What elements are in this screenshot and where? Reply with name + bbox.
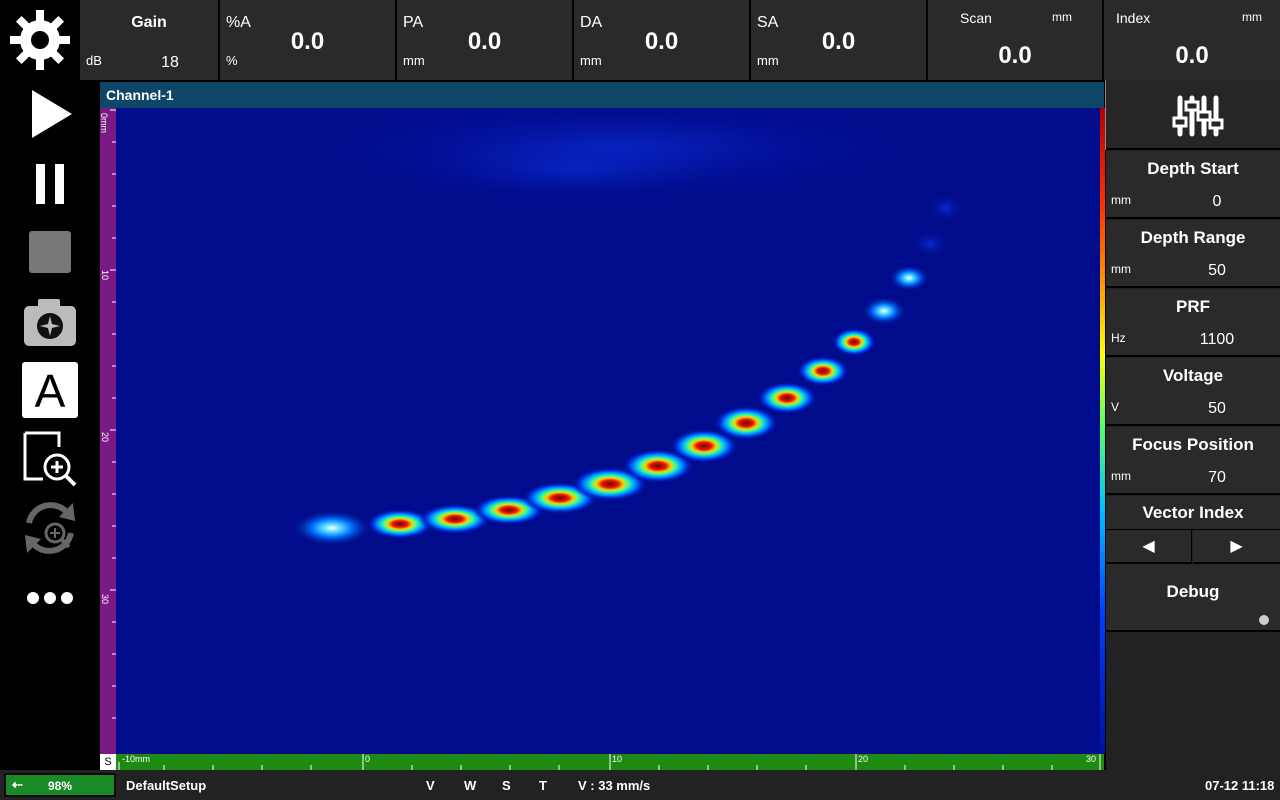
depth-range-unit: mm xyxy=(1111,262,1131,276)
scan-image xyxy=(292,108,964,546)
voltage-control[interactable]: Voltage V 50 xyxy=(1106,358,1280,426)
amplitude-cell[interactable]: %A % 0.0 xyxy=(220,0,397,80)
scan-ruler: -10mm 0 10 20 30 xyxy=(116,754,1104,770)
depth-start-title: Depth Start xyxy=(1147,159,1239,178)
scan-unit: mm xyxy=(1052,10,1072,24)
gear-icon xyxy=(10,10,70,70)
vector-index-title: Vector Index xyxy=(1142,503,1244,522)
debug-button[interactable]: Debug xyxy=(1106,564,1280,632)
focus-position-value: 70 xyxy=(1208,469,1226,486)
scan-tick-0: 0 xyxy=(365,754,371,764)
more-dots-icon xyxy=(27,592,73,604)
triangle-right-icon: ▶ xyxy=(1230,538,1243,555)
pause-button[interactable] xyxy=(18,154,82,214)
pa-cell[interactable]: PA mm 0.0 xyxy=(397,0,574,80)
more-button[interactable] xyxy=(18,568,82,628)
prf-unit: Hz xyxy=(1111,331,1126,345)
prf-value: 1100 xyxy=(1199,331,1235,348)
gain-value: 18 xyxy=(161,54,179,71)
setup-name: DefaultSetup xyxy=(126,778,207,793)
da-cell[interactable]: DA mm 0.0 xyxy=(574,0,751,80)
settings-gear-button[interactable] xyxy=(0,0,80,80)
channel-title: Channel-1 xyxy=(106,87,174,103)
scan-axis-label: S xyxy=(100,754,116,770)
plug-icon: ⇠ xyxy=(12,777,23,792)
focus-position-title: Focus Position xyxy=(1132,435,1254,454)
depth-range-control[interactable]: Depth Range mm 50 xyxy=(1106,220,1280,288)
zoom-button[interactable] xyxy=(18,428,82,488)
depth-range-title: Depth Range xyxy=(1140,228,1246,247)
depth-tick-0: 0mm xyxy=(99,113,109,133)
status-flag-s: S xyxy=(502,778,511,793)
debug-title: Debug xyxy=(1166,582,1220,601)
zoom-in-icon xyxy=(23,431,77,487)
sliders-icon xyxy=(1172,95,1224,137)
refresh-zoom-button[interactable] xyxy=(18,498,82,558)
scan-tick-neg10: -10mm xyxy=(122,754,151,764)
status-flag-t: T xyxy=(539,778,547,793)
index-label: Index xyxy=(1116,10,1151,26)
play-button[interactable] xyxy=(18,84,82,144)
velocity-readout: V : 33 mm/s xyxy=(578,778,651,793)
depth-start-unit: mm xyxy=(1111,193,1131,207)
scan-value: 0.0 xyxy=(998,42,1032,69)
da-value: 0.0 xyxy=(644,28,679,55)
vector-index-control: Vector Index xyxy=(1106,496,1280,530)
debug-indicator-dot xyxy=(1259,615,1269,625)
voltage-unit: V xyxy=(1111,400,1120,414)
gain-cell[interactable]: Gain dB 18 xyxy=(80,0,220,80)
prf-control[interactable]: PRF Hz 1100 xyxy=(1106,289,1280,357)
vector-index-next-button[interactable]: ▶ xyxy=(1193,530,1280,564)
scan-tick-10: 10 xyxy=(612,754,623,764)
date-time: 07-12 11:18 xyxy=(1205,778,1275,793)
depth-start-control[interactable]: Depth Start mm 0 xyxy=(1106,151,1280,219)
depth-tick-30: 30 xyxy=(100,593,111,605)
scan-label: Scan xyxy=(960,10,992,26)
depth-range-value: 50 xyxy=(1208,262,1226,279)
battery-indicator: ⇠ 98% xyxy=(4,773,116,797)
letter-a-icon: A xyxy=(22,362,78,418)
index-unit: mm xyxy=(1242,10,1262,24)
amplitude-value: 0.0 xyxy=(290,28,325,55)
sa-cell[interactable]: SA mm 0.0 xyxy=(751,0,928,80)
depth-tick-10: 10 xyxy=(100,269,111,281)
prf-title: PRF xyxy=(1176,297,1210,316)
scan-cell[interactable]: Scan mm 0.0 xyxy=(928,0,1104,80)
refresh-zoom-icon xyxy=(25,502,75,554)
triangle-left-icon: ◀ xyxy=(1142,538,1155,555)
stop-button[interactable] xyxy=(18,222,82,282)
status-flag-v: V xyxy=(426,778,435,793)
parameters-menu-button[interactable] xyxy=(1106,80,1280,150)
index-value: 0.0 xyxy=(1175,42,1209,69)
vector-index-prev-button[interactable]: ◀ xyxy=(1106,530,1192,564)
pa-value: 0.0 xyxy=(467,28,502,55)
depth-tick-20: 20 xyxy=(100,431,111,443)
auto-button[interactable]: A xyxy=(18,360,82,420)
scan-tick-30: 30 xyxy=(1086,754,1097,764)
voltage-value: 50 xyxy=(1208,400,1226,417)
focus-position-unit: mm xyxy=(1111,469,1131,483)
status-flag-w: W xyxy=(464,778,477,793)
focus-position-control[interactable]: Focus Position mm 70 xyxy=(1106,427,1280,495)
color-palette-bar xyxy=(1100,108,1105,754)
depth-start-value: 0 xyxy=(1212,193,1222,210)
gain-unit: dB xyxy=(86,53,102,68)
pause-icon xyxy=(36,164,64,204)
gain-label: Gain xyxy=(131,14,167,31)
snapshot-button[interactable] xyxy=(18,292,82,352)
stop-icon xyxy=(29,231,71,273)
depth-ruler: 0mm 10 20 30 xyxy=(99,108,116,754)
battery-level: 98% xyxy=(48,779,73,793)
play-icon xyxy=(32,90,72,138)
camera-icon xyxy=(24,299,76,346)
sector-scan-view[interactable] xyxy=(116,108,1104,754)
channel-header: Channel-1 xyxy=(100,82,1104,108)
index-cell[interactable]: Index mm 0.0 xyxy=(1104,0,1280,80)
voltage-title: Voltage xyxy=(1162,366,1224,385)
sa-value: 0.0 xyxy=(821,28,856,55)
scan-tick-20: 20 xyxy=(858,754,869,764)
